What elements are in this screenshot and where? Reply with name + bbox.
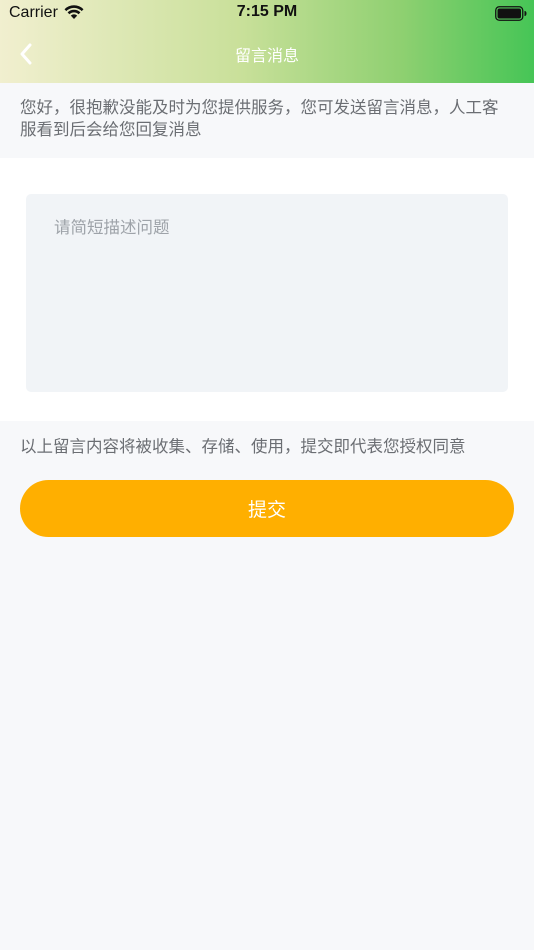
nav-bar: 留言消息 — [0, 28, 534, 83]
message-input[interactable] — [26, 194, 508, 392]
message-form — [0, 158, 534, 421]
notice-text: 您好，很抱歉没能及时为您提供服务，您可发送留言消息，人工客服看到后会给您回复消息 — [0, 83, 534, 158]
battery-icon — [495, 6, 527, 21]
header: Carrier 7:15 PM 留言消息 — [0, 0, 534, 83]
page-title: 留言消息 — [234, 46, 299, 65]
submit-button[interactable]: 提交 — [20, 480, 514, 537]
status-bar: Carrier 7:15 PM — [0, 0, 534, 28]
clock: 7:15 PM — [236, 3, 298, 20]
consent-text: 以上留言内容将被收集、存储、使用，提交即代表您授权同意 — [20, 437, 466, 456]
